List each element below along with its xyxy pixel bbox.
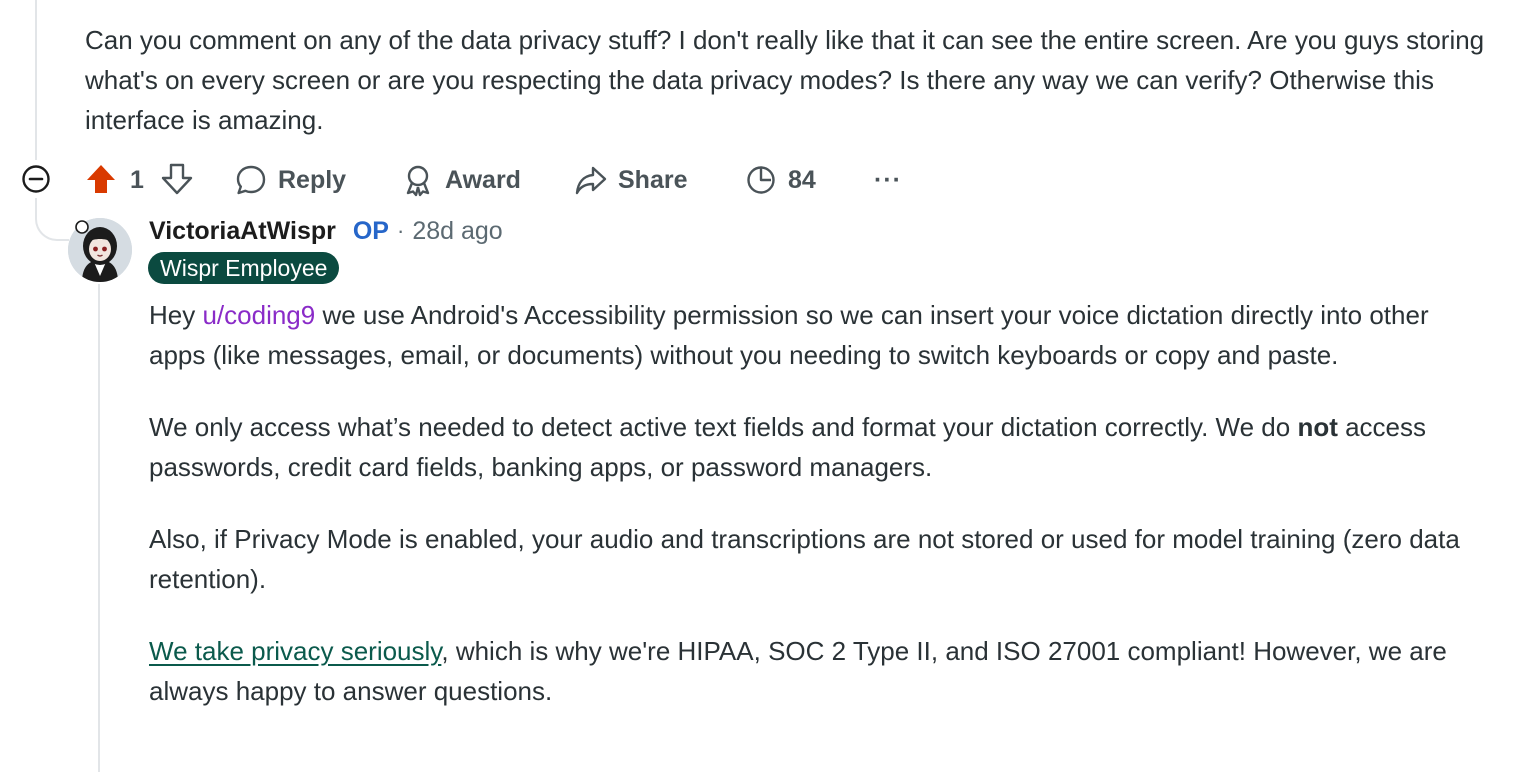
parent-comment-body: Can you comment on any of the data priva… [85, 25, 1485, 135]
privacy-link[interactable]: We take privacy seriously [149, 636, 441, 666]
reply-text: Hey [149, 300, 203, 330]
reply-paragraph: Also, if Privacy Mode is enabled, your a… [149, 524, 1460, 594]
share-label: Share [618, 165, 688, 194]
more-options-button[interactable]: ··· [874, 160, 902, 200]
more-icon: ··· [874, 165, 902, 194]
comment-action-bar: 1 Reply Award Share 84 ··· [0, 156, 1000, 204]
insights-button[interactable]: 84 [744, 160, 816, 200]
award-label: Award [445, 165, 521, 194]
op-badge: OP [352, 216, 389, 245]
user-mention-link[interactable]: u/coding9 [202, 300, 315, 330]
reply-meta: VictoriaAtWispr OP · 28d ago [149, 214, 503, 248]
reply-label: Reply [278, 165, 347, 194]
award-button[interactable]: Award [401, 160, 521, 200]
reply-text: We only access what’s needed to detect a… [149, 412, 1298, 442]
reply-button[interactable]: Reply [234, 160, 346, 200]
emphasis-text: not [1297, 412, 1338, 442]
upvote-icon[interactable] [84, 162, 118, 196]
comment-age[interactable]: 28d ago [412, 217, 502, 246]
author-username[interactable]: VictoriaAtWispr [149, 217, 336, 246]
collapse-icon[interactable] [22, 165, 50, 193]
meta-separator: · [396, 218, 405, 243]
reply-icon [234, 163, 268, 197]
reply-body: Hey u/coding9 we use Android's Accessibi… [149, 295, 1469, 743]
insights-icon [744, 163, 778, 197]
vote-count: 1 [130, 166, 144, 194]
thread-line [35, 0, 69, 241]
insights-count: 84 [788, 165, 816, 194]
award-icon [401, 163, 435, 197]
reply-paragraph: Hey u/coding9 we use Android's Accessibi… [149, 295, 1469, 375]
reply-text: we use Android's Accessibility permissio… [149, 300, 1429, 370]
share-button[interactable]: Share [574, 160, 687, 200]
user-flair: Wispr Employee [148, 252, 340, 284]
reply-thread-line[interactable] [98, 284, 100, 772]
reply-paragraph: We only access what’s needed to detect a… [149, 407, 1469, 487]
reply-paragraph: We take privacy seriously, which is why … [149, 631, 1469, 711]
downvote-icon[interactable] [160, 162, 194, 196]
share-icon [574, 163, 608, 197]
avatar[interactable] [68, 218, 132, 282]
